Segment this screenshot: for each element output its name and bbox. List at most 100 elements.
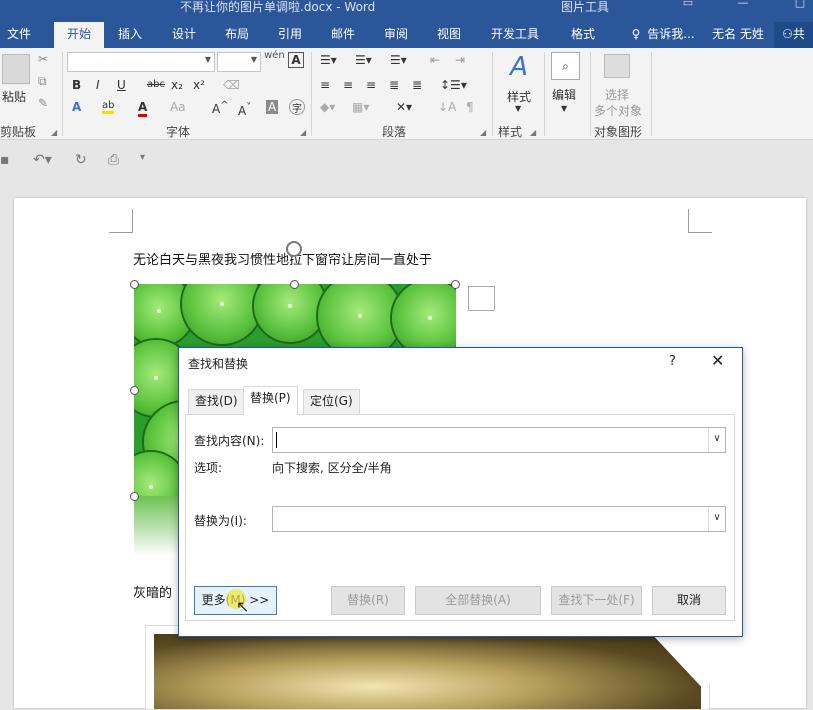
tab-goto[interactable]: 定位(G) <box>303 389 360 414</box>
copy-icon[interactable]: ⧉ <box>38 74 47 89</box>
resize-handle[interactable] <box>130 280 139 289</box>
options-value: 向下搜索, 区分全/半角 <box>272 461 392 475</box>
bold-icon[interactable]: B <box>72 78 81 92</box>
resize-handle[interactable] <box>130 386 139 395</box>
clipboard-icon <box>2 54 30 84</box>
editing-button[interactable]: 编辑 <box>552 86 576 103</box>
subscript-icon[interactable]: x₂ <box>171 78 183 92</box>
clear-format-icon[interactable]: ⌫ <box>223 78 240 92</box>
chevron-down-icon[interactable]: ∨ <box>708 428 725 452</box>
sort-icon[interactable]: ↓A <box>438 100 456 114</box>
styles-icon[interactable]: A <box>504 52 534 82</box>
select-button[interactable]: 选择 <box>605 86 629 103</box>
magnifier-icon[interactable]: ⌕ <box>551 52 580 80</box>
tab-format[interactable]: 格式 <box>558 22 608 48</box>
multilevel-list-icon[interactable]: ☰▾ <box>390 53 407 67</box>
replace-input[interactable]: ∨ <box>272 506 726 532</box>
justify-icon[interactable]: ≣ <box>389 78 399 92</box>
tab-mailings[interactable]: 邮件 <box>321 22 365 48</box>
bullets-icon[interactable]: ☰▾ <box>320 53 337 67</box>
asian-layout-icon[interactable]: ✕▾ <box>396 100 412 114</box>
tab-developer[interactable]: 开发工具 <box>484 22 546 48</box>
distributed-icon[interactable]: ≣ <box>412 78 422 92</box>
increase-indent-icon[interactable]: ⇥ <box>455 53 465 67</box>
second-picture[interactable] <box>145 625 710 710</box>
line-spacing-icon[interactable]: ↕☰▾ <box>440 78 467 92</box>
help-button[interactable]: ? <box>669 354 676 369</box>
cancel-button[interactable]: 取消 <box>652 586 726 615</box>
change-case-icon[interactable]: Aa <box>170 100 186 114</box>
layout-options-icon[interactable] <box>468 286 495 311</box>
enclose-char-icon[interactable]: 字 <box>289 99 305 115</box>
resize-handle[interactable] <box>451 280 460 289</box>
replace-all-button[interactable]: 全部替换(A) <box>415 586 541 615</box>
paragraph-dialog-launcher-icon[interactable]: ◢ <box>480 128 486 137</box>
tab-layout[interactable]: 布局 <box>215 22 259 48</box>
paragraph-group-label: 段落 <box>382 125 407 139</box>
save-icon[interactable]: ▪ <box>0 152 10 168</box>
styles-button[interactable]: 样式 <box>504 88 534 105</box>
show-marks-icon[interactable]: ¶ <box>466 100 474 114</box>
grow-font-icon[interactable]: A^ <box>212 100 229 116</box>
shading-icon[interactable]: ◆▾ <box>320 100 335 114</box>
tell-me-search[interactable]: 告诉我... <box>646 22 696 48</box>
decrease-indent-icon[interactable]: ⇤ <box>430 53 440 67</box>
share-button[interactable]: ⚇共 <box>774 22 813 48</box>
tab-insert[interactable]: 插入 <box>108 22 152 48</box>
font-dialog-launcher-icon[interactable]: ◢ <box>300 128 306 137</box>
document-paragraph[interactable]: 无论白天与黑夜我习惯性地拉下窗帘让房间一直处于 <box>133 249 432 268</box>
replace-label: 替换为(I): <box>194 514 247 528</box>
rotate-handle-icon[interactable] <box>286 241 302 257</box>
paste-button[interactable]: 粘贴 <box>2 88 26 105</box>
char-shading-icon[interactable]: A <box>266 100 279 114</box>
undo-icon[interactable]: ↶▾ <box>33 152 52 168</box>
close-icon[interactable]: ✕ <box>711 351 724 370</box>
find-input[interactable]: ∨ <box>272 427 726 453</box>
italic-icon[interactable]: I <box>96 78 100 92</box>
ribbon-tabs: 文件 开始 插入 设计 布局 引用 邮件 审阅 视图 开发工具 格式 ♀ 告诉我… <box>0 22 813 48</box>
customize-qat-icon[interactable]: ▾ <box>140 152 145 163</box>
font-name-combo[interactable]: ▼ <box>67 52 215 72</box>
chevron-down-icon[interactable]: ∨ <box>708 507 725 531</box>
tab-review[interactable]: 审阅 <box>374 22 418 48</box>
shrink-font-icon[interactable]: A˅ <box>238 102 251 118</box>
user-name[interactable]: 无名 无姓 <box>708 22 768 48</box>
resize-handle[interactable] <box>290 280 299 289</box>
highlight-icon[interactable]: ab <box>102 100 115 114</box>
format-painter-icon[interactable]: ✎ <box>38 96 48 110</box>
align-left-icon[interactable]: ≡ <box>320 78 330 92</box>
margin-corner <box>688 209 712 233</box>
styles-dialog-launcher-icon[interactable]: ◢ <box>530 128 536 137</box>
tab-design[interactable]: 设计 <box>162 22 206 48</box>
tab-home[interactable]: 开始 <box>54 22 104 48</box>
replace-button[interactable]: 替换(R) <box>331 586 405 615</box>
numbering-icon[interactable]: ☰▾ <box>355 53 372 67</box>
find-next-button[interactable]: 查找下一处(F) <box>551 586 642 615</box>
close-window-icon[interactable]: □ <box>790 0 810 12</box>
font-size-combo[interactable]: ▼ <box>217 52 261 72</box>
tab-find[interactable]: 查找(D) <box>188 389 245 414</box>
redo-icon[interactable]: ↻ <box>75 152 87 168</box>
tab-references[interactable]: 引用 <box>268 22 312 48</box>
font-color-icon[interactable]: A <box>138 100 148 117</box>
char-border-icon[interactable]: A <box>288 52 304 68</box>
dialog-launcher-icon[interactable]: ◢ <box>51 128 57 137</box>
tab-replace[interactable]: 替换(P) <box>243 386 298 415</box>
multiple-objects-label: 多个对象 <box>594 104 643 118</box>
restore-icon[interactable]: ▭ <box>678 0 698 12</box>
borders-icon[interactable]: ▦▾ <box>352 100 369 114</box>
text-effects-icon[interactable]: A <box>72 100 81 114</box>
tab-file[interactable]: 文件 <box>0 22 38 48</box>
tab-view[interactable]: 视图 <box>427 22 471 48</box>
align-center-icon[interactable]: ≡ <box>343 78 353 92</box>
cut-icon[interactable]: ✂ <box>38 52 48 66</box>
align-right-icon[interactable]: ≡ <box>366 78 376 92</box>
underline-icon[interactable]: U <box>117 78 126 92</box>
document-paragraph[interactable]: 灰暗的 <box>133 582 172 601</box>
strikethrough-icon[interactable]: abc <box>147 79 165 90</box>
resize-handle[interactable] <box>130 492 139 501</box>
print-preview-icon[interactable]: ⎙ <box>108 152 119 168</box>
phonetic-guide-icon[interactable]: wén <box>264 50 285 61</box>
minimize-icon[interactable]: — <box>733 0 753 12</box>
superscript-icon[interactable]: x² <box>193 78 205 92</box>
